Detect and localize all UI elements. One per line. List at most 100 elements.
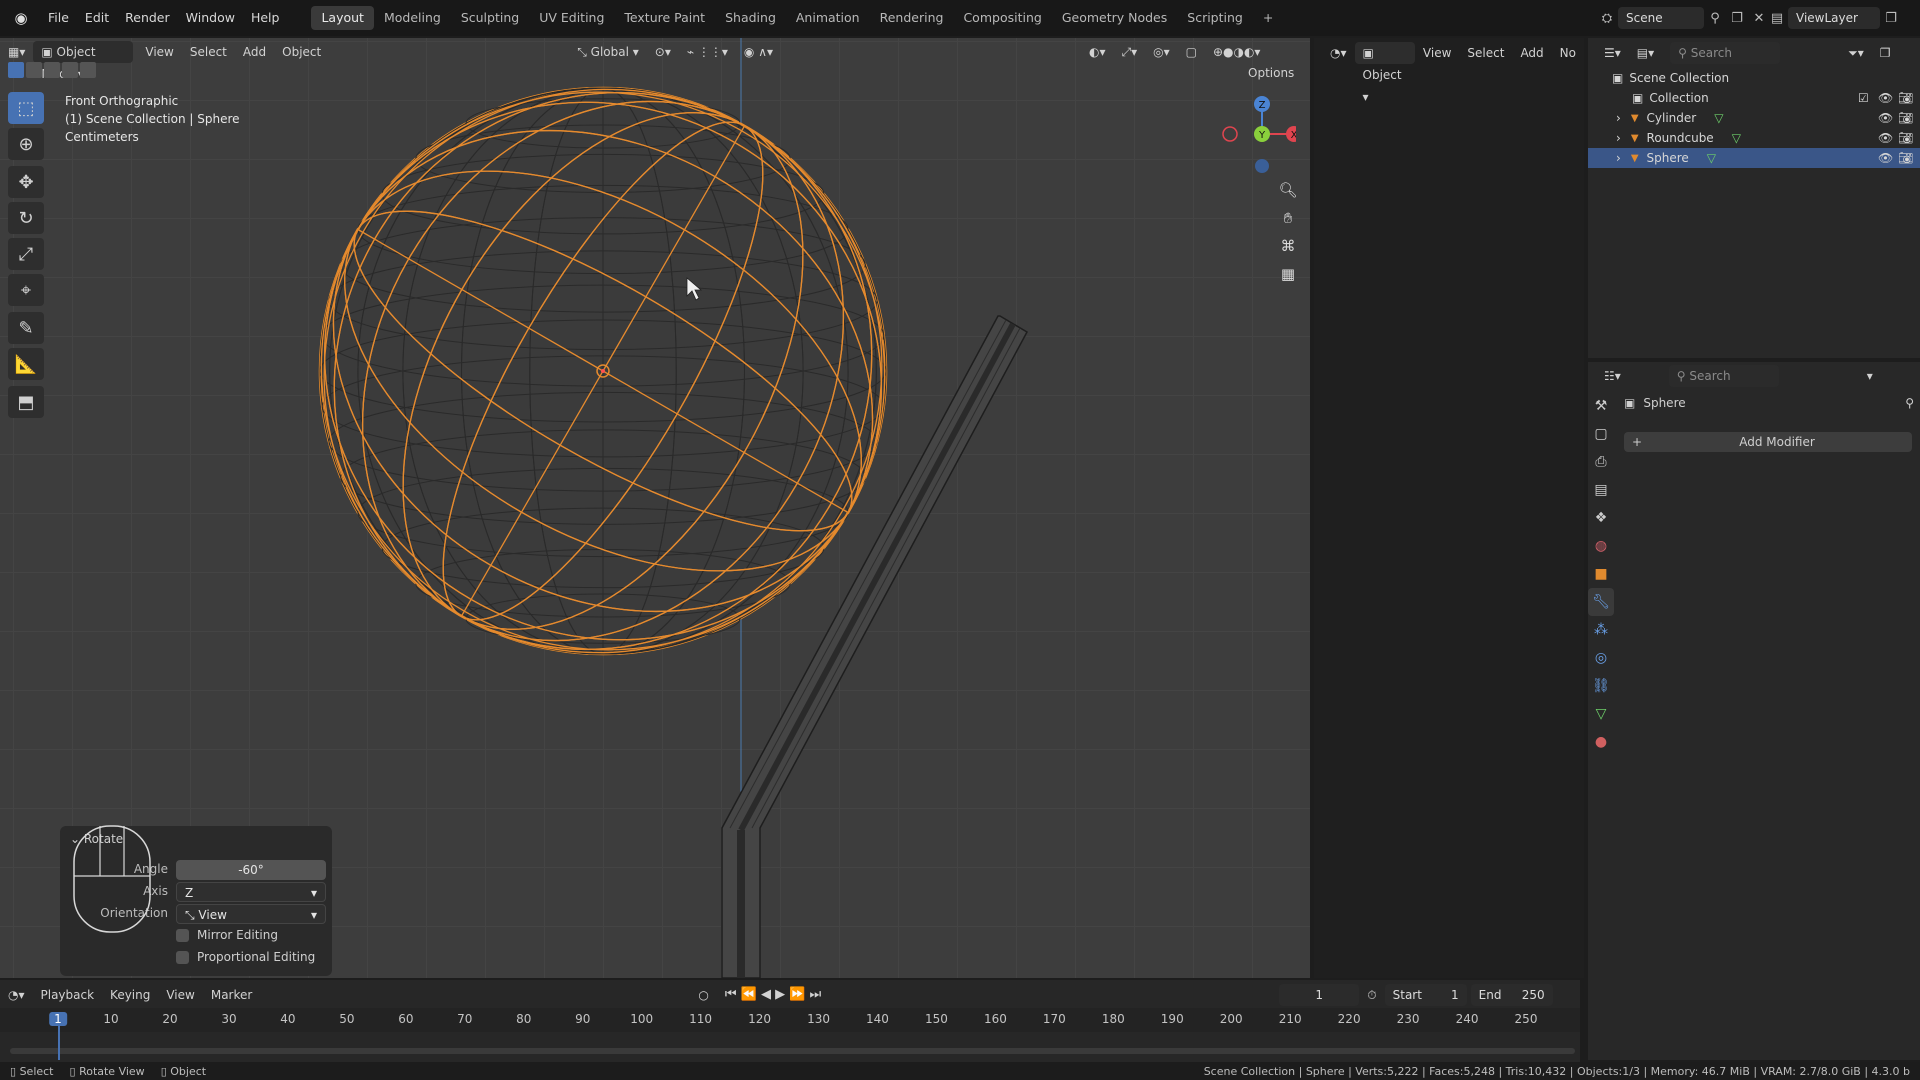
select-subtract-icon[interactable]: [44, 62, 60, 78]
new-scene-icon[interactable]: ❐: [1726, 7, 1748, 29]
selection-mode-buttons[interactable]: [8, 62, 96, 78]
end-frame-field[interactable]: End 250: [1470, 984, 1553, 1006]
snap-icon[interactable]: ⌁ ⋮⋮▾: [679, 41, 736, 63]
orientation-select[interactable]: ⤡ View ▾: [176, 904, 326, 924]
shading-modes-icon[interactable]: ⊕●◑◐▾: [1205, 41, 1269, 63]
collection-row[interactable]: ▣ Collection ☑ 👁︎ 📷︎: [1588, 88, 1920, 108]
annotate-tool-icon[interactable]: ✎: [8, 312, 44, 344]
editor-type-icon[interactable]: ▦▾: [0, 41, 33, 63]
checkbox-icon[interactable]: ☑: [1858, 91, 1869, 105]
tab-geometry-nodes[interactable]: Geometry Nodes: [1052, 6, 1177, 30]
measure-tool-icon[interactable]: 📐: [8, 348, 44, 380]
orientation-selector[interactable]: ⤡ Global ▾: [569, 41, 647, 63]
outliner-type-icon[interactable]: ☰▾: [1596, 42, 1629, 64]
zoom-icon[interactable]: 🔍︎: [1274, 176, 1302, 204]
properties-editor[interactable]: ☷▾ ⚲ Search ▾ ▣ Sphere ⚲ + Add Modifier: [1588, 362, 1920, 1060]
editor-type-icon[interactable]: ◔▾: [1322, 42, 1355, 64]
object-tab-icon[interactable]: ■: [1588, 560, 1614, 588]
tab-shading[interactable]: Shading: [715, 6, 786, 30]
tab-modeling[interactable]: Modeling: [374, 6, 451, 30]
pivot-icon[interactable]: ⊙▾: [647, 41, 679, 63]
add-cube-tool-icon[interactable]: ⬒: [8, 386, 44, 418]
viewport-menu-add[interactable]: Add: [235, 41, 274, 63]
scene-collection-row[interactable]: ▣ Scene Collection: [1588, 68, 1920, 88]
eye-icon[interactable]: 👁︎: [1878, 111, 1893, 125]
viewlayer-name-field[interactable]: ViewLayer: [1788, 7, 1880, 29]
move-tool-icon[interactable]: ✥: [8, 166, 44, 198]
tab-animation[interactable]: Animation: [786, 6, 870, 30]
mesh-data-tab-icon[interactable]: ▽: [1588, 700, 1614, 728]
new-viewlayer-icon[interactable]: ❐: [1880, 7, 1902, 29]
modifier-tab-icon[interactable]: 🔧︎: [1588, 588, 1614, 616]
expand-arrow-icon[interactable]: ›: [1616, 111, 1621, 125]
secondary-mode-selector[interactable]: ▣ Object ▾: [1354, 42, 1415, 104]
proportional-icon[interactable]: ◉ ∧▾: [736, 41, 781, 63]
current-frame-field[interactable]: 1: [1279, 984, 1360, 1006]
select-box-tool-icon[interactable]: ⬚: [8, 92, 44, 124]
tab-texture-paint[interactable]: Texture Paint: [614, 6, 715, 30]
add-modifier-button[interactable]: + Add Modifier: [1624, 432, 1912, 452]
select-invert-icon[interactable]: [62, 62, 78, 78]
viewport-menu-select[interactable]: Select: [182, 41, 235, 63]
viewport-menu-object[interactable]: Object: [274, 41, 329, 63]
particles-tab-icon[interactable]: ⁂: [1588, 616, 1614, 644]
tool-tab-icon[interactable]: ⚒: [1588, 392, 1614, 420]
scale-tool-icon[interactable]: ⤢: [8, 238, 44, 270]
camera-icon[interactable]: 📷︎: [1898, 111, 1913, 125]
timeline-ruler[interactable]: 1 10 20 30 40 50 60 70 80 90 100 110 120 130 140 150 160…: [0, 1008, 1580, 1032]
outliner-search-input[interactable]: ⚲ Search: [1670, 42, 1781, 64]
timeline-scrollbar[interactable]: [10, 1048, 1575, 1054]
scene-name-field[interactable]: Scene: [1618, 7, 1704, 29]
pan-hand-icon[interactable]: ✋︎: [1274, 204, 1302, 232]
tab-compositing[interactable]: Compositing: [953, 6, 1051, 30]
camera-icon[interactable]: 📷︎: [1898, 151, 1913, 165]
outliner-item-sphere[interactable]: › ▼ Sphere ▽ 👁︎ 📷︎: [1588, 148, 1920, 168]
tab-rendering[interactable]: Rendering: [870, 6, 954, 30]
last-operator-panel[interactable]: ⌄ Rotate Angle -60° Axis Z ▾ Orientation …: [60, 825, 332, 976]
timeline-menu-view[interactable]: View: [158, 984, 202, 1006]
mode-selector[interactable]: ▣ Object Mode ▾: [33, 41, 134, 81]
viewlayer-selector[interactable]: ▤ ViewLayer ❐: [1766, 6, 1902, 30]
proportional-editing-checkbox[interactable]: Proportional Editing: [176, 950, 315, 964]
angle-field[interactable]: -60°: [176, 860, 326, 880]
properties-options-icon[interactable]: ▾: [1859, 365, 1881, 387]
secondary-menu-select[interactable]: Select: [1459, 42, 1512, 64]
tab-layout[interactable]: Layout: [311, 6, 374, 30]
filter-icon[interactable]: ⏷▾: [1840, 42, 1872, 64]
render-tab-icon[interactable]: ▢: [1588, 420, 1614, 448]
scene-selector[interactable]: ⛭ Scene ⚲ ❐ ✕: [1596, 6, 1770, 30]
blender-logo-icon[interactable]: ◉: [8, 5, 34, 31]
visibility-icon[interactable]: ◐▾: [1081, 41, 1114, 63]
menu-help[interactable]: Help: [243, 6, 288, 30]
properties-search-input[interactable]: ⚲ Search: [1668, 365, 1779, 387]
outliner-item-cylinder[interactable]: › ▼ Cylinder ▽ 👁︎ 📷︎: [1588, 108, 1920, 128]
viewport-menu-view[interactable]: View: [137, 41, 181, 63]
add-workspace-button[interactable]: +: [1253, 6, 1283, 30]
eye-icon[interactable]: 👁︎: [1878, 91, 1893, 105]
menu-edit[interactable]: Edit: [77, 6, 117, 30]
constraints-tab-icon[interactable]: ⛓: [1588, 672, 1614, 700]
xray-toggle-icon[interactable]: ▢: [1178, 41, 1205, 63]
select-new-icon[interactable]: [8, 62, 24, 78]
camera-icon[interactable]: 📷︎: [1898, 131, 1913, 145]
outliner-item-roundcube[interactable]: › ▼ Roundcube ▽ 👁︎ 📷︎: [1588, 128, 1920, 148]
physics-tab-icon[interactable]: ◎: [1588, 644, 1614, 672]
ortho-grid-icon[interactable]: ▦: [1274, 260, 1302, 288]
timeline-menu-keying[interactable]: Keying: [102, 984, 158, 1006]
display-mode-icon[interactable]: ▤▾: [1629, 42, 1662, 64]
navigation-gizmo[interactable]: Z Y X: [1220, 92, 1302, 178]
menu-window[interactable]: Window: [178, 6, 243, 30]
menu-file[interactable]: File: [40, 6, 77, 30]
rotate-tool-icon[interactable]: ↻: [8, 202, 44, 234]
tab-uv-editing[interactable]: UV Editing: [529, 6, 614, 30]
secondary-menu-no[interactable]: No: [1552, 42, 1584, 64]
camera-view-icon[interactable]: ⌘: [1274, 232, 1302, 260]
material-tab-icon[interactable]: ●: [1588, 728, 1614, 756]
expand-arrow-icon[interactable]: ›: [1616, 151, 1621, 165]
select-extend-icon[interactable]: [26, 62, 42, 78]
expand-arrow-icon[interactable]: ›: [1616, 131, 1621, 145]
scene-tab-icon[interactable]: ❖: [1588, 504, 1614, 532]
menu-render[interactable]: Render: [117, 6, 178, 30]
options-button[interactable]: Options: [1240, 62, 1302, 84]
eye-icon[interactable]: 👁︎: [1878, 151, 1893, 165]
